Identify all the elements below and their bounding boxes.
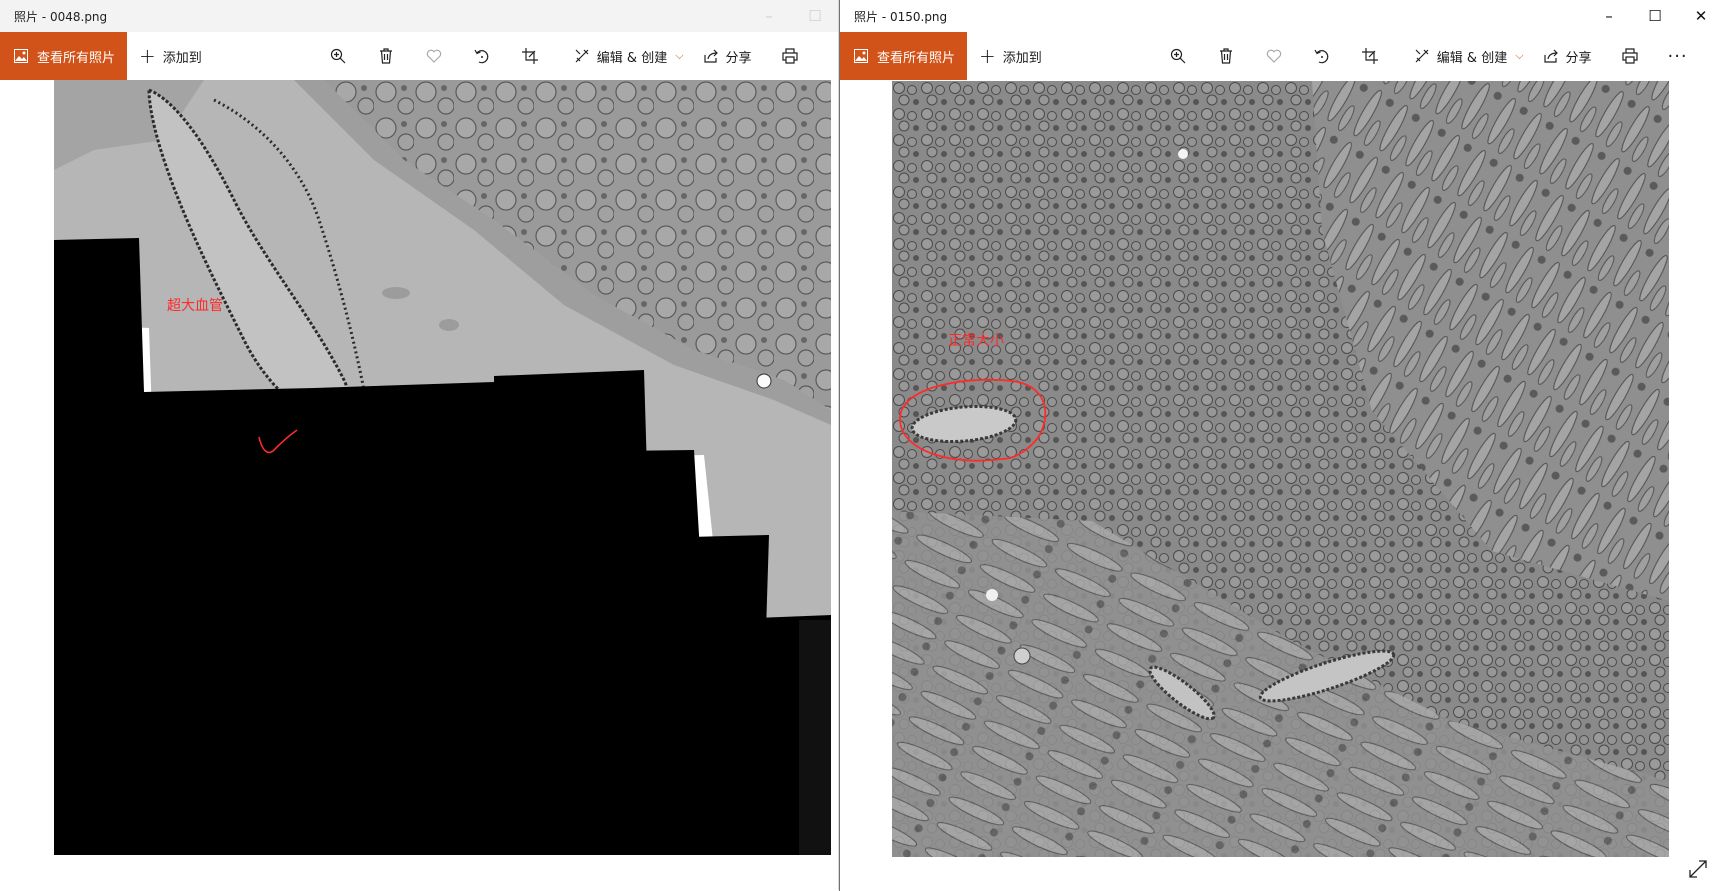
title-bar[interactable]: 照片 - 0048.png – ☐ — [0, 0, 838, 32]
zoom-in-icon — [1170, 48, 1186, 64]
annotation-label: 超大血管 — [167, 298, 223, 314]
maximize-icon[interactable]: ☐ — [1632, 0, 1678, 32]
photos-window-left: 照片 - 0048.png – ☐ 查看所有照片 + 添加到 编辑 & 创建 ⌵… — [0, 0, 839, 890]
print-icon — [781, 48, 798, 64]
rotate-icon — [474, 49, 489, 64]
more-button[interactable]: ··· — [1654, 32, 1702, 80]
share-icon — [703, 49, 718, 63]
chevron-down-icon: ⌵ — [675, 49, 684, 62]
window-title: 照片 - 0048.png — [14, 9, 108, 24]
edit-create-label: 编辑 & 创建 — [596, 50, 668, 66]
chevron-down-icon: ⌵ — [1515, 49, 1524, 62]
share-label: 分享 — [1565, 50, 1592, 66]
annotation-label: 正常大小 — [948, 333, 1004, 349]
expand-icon[interactable] — [1688, 859, 1708, 879]
see-all-photos-button[interactable]: 查看所有照片 — [0, 32, 128, 80]
see-all-photos-button[interactable]: 查看所有照片 — [840, 32, 968, 80]
crop-icon — [1361, 48, 1378, 64]
em-image-normal-tissue — [892, 81, 1669, 857]
heart-icon — [1266, 49, 1282, 63]
print-icon — [1621, 48, 1638, 64]
crop-icon — [521, 48, 538, 64]
maximize-icon[interactable]: ☐ — [792, 0, 838, 32]
photos-window-right: 照片 - 0150.png – ☐ ✕ 查看所有照片 + 添加到 编辑 & 创建… — [839, 0, 1723, 891]
delete-icon — [379, 48, 392, 64]
photo-viewer[interactable]: 正常大小 — [840, 80, 1723, 891]
crop-button[interactable] — [506, 32, 554, 80]
more-icon: ··· — [1667, 45, 1688, 67]
add-to-button[interactable]: + 添加到 — [139, 46, 202, 66]
window-title: 照片 - 0150.png — [854, 9, 948, 24]
toolbar: 查看所有照片 + 添加到 编辑 & 创建 ⌵ 分享 — [0, 32, 838, 80]
plus-icon: + — [979, 44, 996, 68]
delete-button[interactable] — [1202, 32, 1250, 80]
crop-button[interactable] — [1346, 32, 1394, 80]
minimize-icon[interactable]: – — [746, 0, 792, 32]
image-icon — [14, 49, 28, 63]
edit-create-button[interactable]: 编辑 & 创建 ⌵ — [1414, 47, 1524, 66]
rotate-button[interactable] — [458, 32, 506, 80]
print-button[interactable] — [1606, 32, 1654, 80]
edit-create-label: 编辑 & 创建 — [1436, 50, 1508, 66]
zoom-in-button[interactable] — [1154, 32, 1202, 80]
rotate-icon — [1314, 49, 1329, 64]
zoom-in-button[interactable] — [314, 32, 362, 80]
em-image-large-vessel — [54, 80, 831, 855]
close-icon[interactable]: ✕ — [1678, 0, 1723, 32]
image-icon — [854, 49, 868, 63]
title-bar[interactable]: 照片 - 0150.png – ☐ ✕ — [840, 0, 1723, 32]
edit-icon — [1415, 49, 1429, 63]
toolbar: 查看所有照片 + 添加到 编辑 & 创建 ⌵ 分享 — [840, 32, 1723, 80]
share-icon — [1543, 49, 1558, 63]
favorite-button[interactable] — [410, 32, 458, 80]
photo-0048: 超大血管 — [54, 80, 831, 855]
favorite-button[interactable] — [1250, 32, 1298, 80]
add-to-label: 添加到 — [1002, 50, 1042, 66]
photo-0150: 正常大小 — [892, 81, 1669, 857]
delete-icon — [1219, 48, 1232, 64]
plus-icon: + — [139, 44, 156, 68]
share-button[interactable]: 分享 — [1543, 47, 1592, 66]
photo-viewer[interactable]: 超大血管 — [0, 80, 838, 890]
heart-icon — [426, 49, 442, 63]
share-label: 分享 — [725, 50, 752, 66]
add-to-label: 添加到 — [162, 50, 202, 66]
delete-button[interactable] — [362, 32, 410, 80]
share-button[interactable]: 分享 — [703, 47, 752, 66]
add-to-button[interactable]: + 添加到 — [979, 46, 1042, 66]
edit-create-button[interactable]: 编辑 & 创建 ⌵ — [574, 47, 684, 66]
rotate-button[interactable] — [1298, 32, 1346, 80]
edit-icon — [575, 49, 589, 63]
print-button[interactable] — [766, 32, 814, 80]
see-all-photos-label: 查看所有照片 — [877, 50, 956, 66]
see-all-photos-label: 查看所有照片 — [37, 50, 116, 66]
minimize-icon[interactable]: – — [1586, 0, 1632, 32]
zoom-in-icon — [330, 48, 346, 64]
